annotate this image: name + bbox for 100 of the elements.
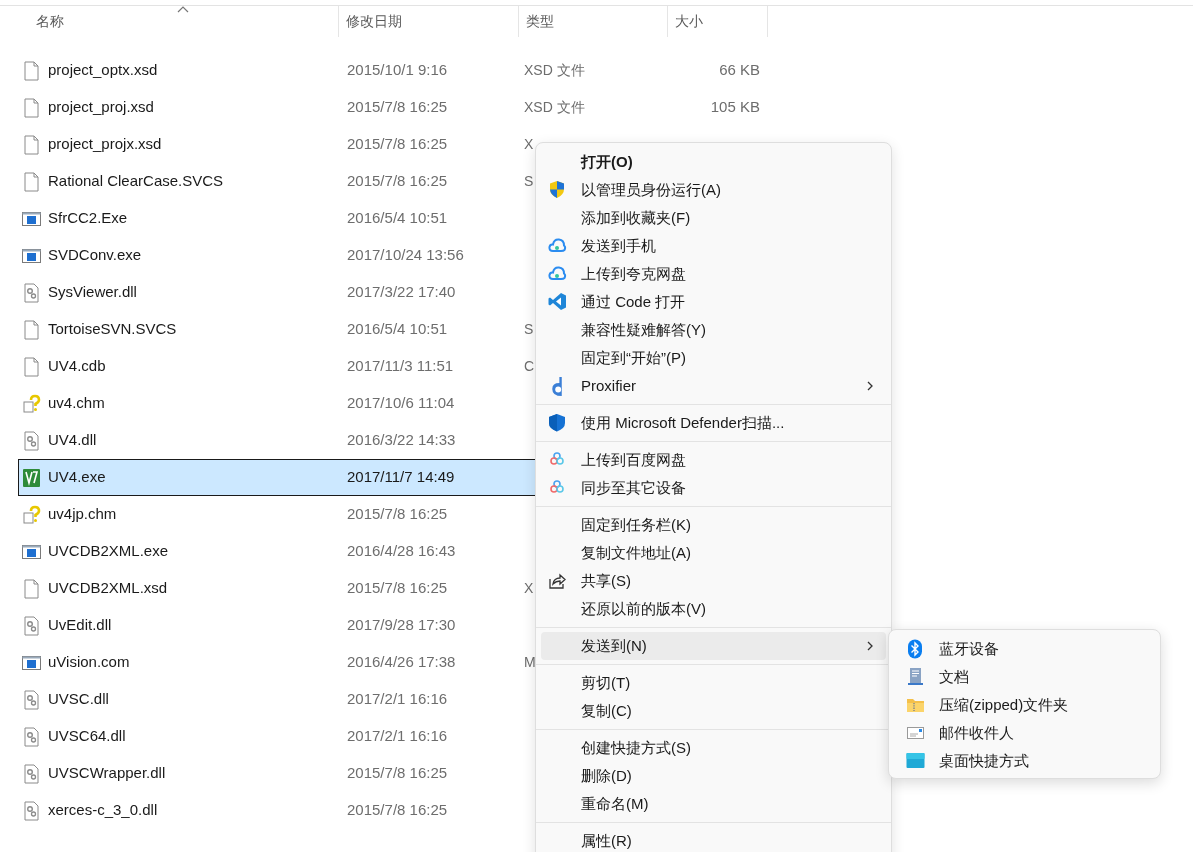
date-cell: 2016/4/28 16:43 [347,542,456,560]
date-cell: 2015/7/8 16:25 [347,579,448,597]
gear-file-icon [22,726,41,747]
date-cell: 2016/5/4 10:51 [347,209,448,227]
date-cell: 2017/9/28 17:30 [347,616,456,634]
file-name: uv4jp.chm [48,504,117,525]
menu-item[interactable]: 复制(C) [541,697,886,725]
app-logo-icon [22,467,41,488]
file-name: SysViewer.dll [48,282,137,303]
date-cell: 2015/7/8 16:25 [347,135,448,153]
file-name: project_proj.xsd [48,97,154,118]
menu-item[interactable]: 添加到收藏夹(F) [541,204,886,232]
document-icon [906,667,925,687]
column-header[interactable]: 大小 [668,6,768,37]
menu-item[interactable]: 通过 Code 打开 [541,288,886,316]
type-cell: X [524,580,534,596]
gear-file-icon [22,430,41,451]
file-name: uVision.com [48,652,130,673]
menu-item[interactable]: 发送到手机 [541,232,886,260]
file-name: SVDConv.exe [48,245,142,266]
type-cell: XSD 文件 [524,62,585,78]
file-name: project_optx.xsd [48,60,158,81]
menu-item[interactable]: 使用 Microsoft Defender扫描... [541,409,886,437]
help-file-icon [22,393,41,414]
date-cell: 2017/2/1 16:16 [347,727,448,745]
type-cell: M [524,654,536,670]
size-cell: 105 KB [710,98,760,116]
desktop-icon [906,751,925,771]
gear-file-icon [22,763,41,784]
proxifier-icon [552,376,562,396]
menu-item[interactable]: 发送到(N) [541,632,886,660]
menu-item[interactable]: 固定到“开始”(P) [541,344,886,372]
size-cell: 66 KB [719,61,760,79]
type-cell: S [524,321,534,337]
menu-item[interactable]: 重命名(M) [541,790,886,818]
blank-file-icon [22,356,41,377]
date-cell: 2016/4/26 17:38 [347,653,456,671]
file-row[interactable]: project_proj.xsd 2015/7/8 16:25 XSD 文件 105 KB [18,89,778,126]
date-cell: 2015/10/1 9:16 [347,61,448,79]
date-cell: 2017/10/6 11:04 [347,394,455,412]
file-name: UVCDB2XML.xsd [48,578,168,599]
file-name: TortoiseSVN.SVCS [48,319,177,340]
file-name: UVSC64.dll [48,726,126,747]
menu-item[interactable]: 属性(R) [541,827,886,852]
menu-item[interactable]: 剪切(T) [541,669,886,697]
code-editor-icon [548,292,567,312]
menu-item[interactable]: 共享(S) [541,567,886,595]
file-name: UVSC.dll [48,689,109,710]
menu-item[interactable]: 兼容性疑难解答(Y) [541,316,886,344]
column-header[interactable]: 修改日期 [339,6,519,37]
menu-item[interactable]: 复制文件地址(A) [541,539,886,567]
blank-file-icon [22,60,41,81]
blank-file-icon [22,578,41,599]
file-name: uv4.chm [48,393,105,414]
file-name: UV4.dll [48,430,97,451]
file-name: xerces-c_3_0.dll [48,800,158,821]
menu-item[interactable]: 固定到任务栏(K) [541,511,886,539]
type-cell: X [524,136,534,152]
menu-item[interactable]: 压缩(zipped)文件夹 [894,691,1155,719]
menu-item[interactable]: 删除(D) [541,762,886,790]
column-header[interactable]: 名称 [0,6,339,37]
file-name: UV4.exe [48,467,106,488]
menu-item[interactable]: Proxifier [541,372,886,400]
blank-file-icon [22,319,41,340]
file-name: Rational ClearCase.SVCS [48,171,224,192]
menu-item[interactable]: 蓝牙设备 [894,635,1155,663]
date-cell: 2017/10/24 13:56 [347,246,464,264]
menu-item[interactable]: 桌面快捷方式 [894,747,1155,775]
menu-item[interactable]: 上传到夸克网盘 [541,260,886,288]
file-name: UvEdit.dll [48,615,112,636]
date-cell: 2017/2/1 16:16 [347,690,448,708]
date-cell: 2017/11/3 11:51 [347,357,454,375]
menu-item[interactable]: 创建快捷方式(S) [541,734,886,762]
date-cell: 2015/7/8 16:25 [347,505,448,523]
file-row[interactable]: project_optx.xsd 2015/10/1 9:16 XSD 文件 66 KB [18,52,778,89]
gear-file-icon [22,689,41,710]
defender-shield-icon [548,413,567,433]
date-cell: 2017/11/7 14:49 [347,468,455,486]
menu-item[interactable]: 邮件收件人 [894,719,1155,747]
gear-file-icon [22,800,41,821]
date-cell: 2017/3/22 17:40 [347,283,456,301]
column-header[interactable]: 类型 [519,6,668,37]
gear-file-icon [22,615,41,636]
blank-file-icon [22,134,41,155]
date-cell: 2016/5/4 10:51 [347,320,448,338]
file-name: UVSCWrapper.dll [48,763,166,784]
file-name: UVCDB2XML.exe [48,541,169,562]
type-cell: C [524,358,535,374]
shield-icon [548,180,567,200]
menu-item[interactable]: 文档 [894,663,1155,691]
menu-item[interactable]: 打开(O) [541,148,886,176]
gear-file-icon [22,282,41,303]
help-file-icon [22,504,41,525]
menu-item[interactable]: 还原以前的版本(V) [541,595,886,623]
menu-item[interactable]: 以管理员身份运行(A) [541,176,886,204]
file-name: project_projx.xsd [48,134,162,155]
date-cell: 2015/7/8 16:25 [347,764,448,782]
date-cell: 2015/7/8 16:25 [347,172,448,190]
share-icon [548,571,567,591]
date-cell: 2015/7/8 16:25 [347,801,448,819]
